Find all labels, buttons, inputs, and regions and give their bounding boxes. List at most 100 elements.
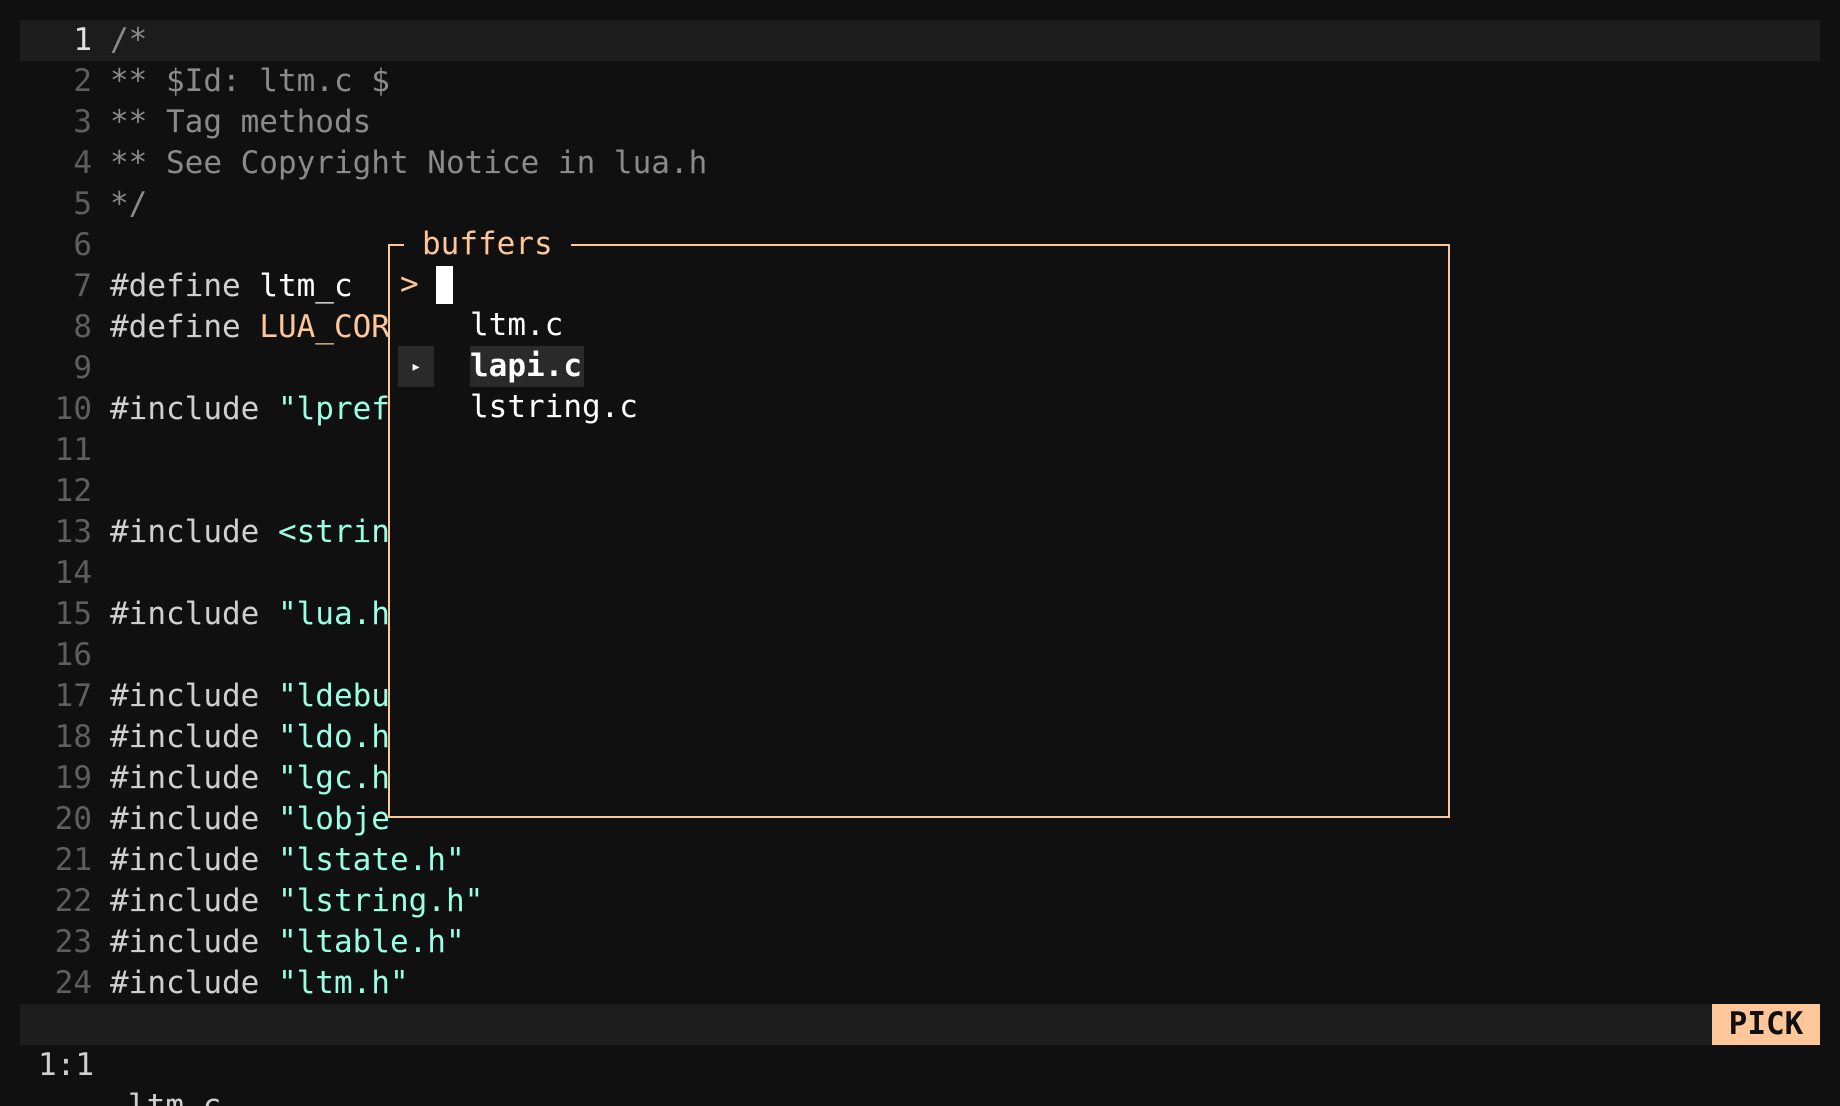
code-token: "lgc.h xyxy=(277,760,390,796)
picker-item[interactable]: ▸ lapi.c xyxy=(390,346,1448,387)
line-number: 22 xyxy=(54,883,92,919)
code-token: #include xyxy=(110,719,278,755)
line-code: ** Tag methods xyxy=(110,102,371,143)
line-code: #include "lua.h xyxy=(110,594,390,635)
line-number: 21 xyxy=(54,842,92,878)
code-token: #include xyxy=(110,801,278,837)
line-number: 24 xyxy=(54,965,92,1001)
cursor-position: 1:1 xyxy=(38,1047,94,1083)
line-number: 15 xyxy=(54,596,92,632)
picker-item-label: lstring.c xyxy=(470,389,638,425)
line-code: ** $Id: ltm.c $ xyxy=(110,61,390,102)
line-code: #include "lpref xyxy=(110,389,390,430)
code-line[interactable]: 21 #include "lstate.h" xyxy=(20,840,1820,881)
code-token: "ldo.h xyxy=(277,719,390,755)
mode-indicator: PICK xyxy=(1712,1004,1820,1045)
line-code: #include "lobje xyxy=(110,799,390,840)
picker-item-label: lapi.c xyxy=(470,346,584,387)
status-filename: ltm.c xyxy=(128,1088,222,1106)
code-token: #include xyxy=(110,678,278,714)
code-line[interactable]: 24 #include "ltm.h" xyxy=(20,963,1820,1004)
code-token: "ltm.h" xyxy=(277,965,409,1001)
code-token: ** Tag methods xyxy=(110,104,372,140)
code-line[interactable]: 3 ** Tag methods xyxy=(20,102,1820,143)
code-token: ltm_c xyxy=(259,268,353,304)
line-code: #include "lstring.h" xyxy=(110,881,483,922)
code-token: "lua.h xyxy=(277,596,390,632)
line-number: 8 xyxy=(73,309,92,345)
line-number: 18 xyxy=(54,719,92,755)
line-code: #include "lgc.h xyxy=(110,758,390,799)
picker-prompt[interactable]: > xyxy=(390,264,1448,305)
code-token: #include xyxy=(110,883,278,919)
selection-marker-icon: ▸ xyxy=(398,346,434,387)
line-number: 12 xyxy=(54,473,92,509)
status-bar: 1:1 ltm.c PICK xyxy=(20,1004,1820,1106)
line-number: 2 xyxy=(73,63,92,99)
line-code: #include "ltable.h" xyxy=(110,922,465,963)
code-token: #include xyxy=(110,842,278,878)
line-number: 14 xyxy=(54,555,92,591)
selection-marker-icon xyxy=(398,305,434,346)
line-code: /* xyxy=(110,20,147,61)
code-token: "ldebu xyxy=(277,678,390,714)
line-number: 20 xyxy=(54,801,92,837)
line-number: 3 xyxy=(73,104,92,140)
picker-item-list: ltm.c ▸ lapi.c lstring.c xyxy=(390,305,1448,428)
code-token: "lstring.h" xyxy=(277,883,484,919)
line-number: 1 xyxy=(73,22,92,58)
picker-item[interactable]: lstring.c xyxy=(390,387,1448,428)
code-token: #define xyxy=(110,268,260,304)
line-number: 4 xyxy=(73,145,92,181)
code-token: LUA_COR xyxy=(259,309,390,345)
line-number: 7 xyxy=(73,268,92,304)
code-token: ** $Id: ltm.c $ xyxy=(110,63,390,99)
code-line[interactable]: 5 */ xyxy=(20,184,1820,225)
code-line[interactable]: 4 ** See Copyright Notice in lua.h xyxy=(20,143,1820,184)
line-code: #define ltm_c xyxy=(110,266,353,307)
line-number: 13 xyxy=(54,514,92,550)
code-line[interactable]: 22 #include "lstring.h" xyxy=(20,881,1820,922)
line-code: #include "ldo.h xyxy=(110,717,390,758)
line-number: 6 xyxy=(73,227,92,263)
line-code: #define LUA_COR xyxy=(110,307,390,348)
code-line[interactable]: 2 ** $Id: ltm.c $ xyxy=(20,61,1820,102)
line-number: 16 xyxy=(54,637,92,673)
prompt-symbol: > xyxy=(400,266,419,302)
line-number: 23 xyxy=(54,924,92,960)
code-token: "lpref xyxy=(277,391,390,427)
line-code: #include "ltm.h" xyxy=(110,963,409,1004)
code-token: "lobje xyxy=(277,801,390,837)
line-number: 19 xyxy=(54,760,92,796)
code-token: ** See Copyright Notice in lua.h xyxy=(110,145,708,181)
code-token: <strin xyxy=(277,514,390,550)
code-token: "ltable.h" xyxy=(277,924,465,960)
code-token: "lstate.h" xyxy=(277,842,465,878)
code-token: #define xyxy=(110,309,260,345)
code-token: #include xyxy=(110,391,278,427)
line-number: 17 xyxy=(54,678,92,714)
picker-item[interactable]: ltm.c xyxy=(390,305,1448,346)
code-token: #include xyxy=(110,596,278,632)
buffer-picker: buffers > ltm.c ▸ lapi.c lstring.c xyxy=(388,224,1450,818)
line-number: 5 xyxy=(73,186,92,222)
picker-title: buffers xyxy=(404,224,571,265)
code-token: */ xyxy=(110,186,148,222)
line-code: #include "ldebu xyxy=(110,676,390,717)
line-code: #include <strin xyxy=(110,512,390,553)
text-cursor xyxy=(436,266,453,304)
code-token: #include xyxy=(110,965,278,1001)
selection-marker-icon xyxy=(398,387,434,428)
code-line[interactable]: 1 /* xyxy=(20,20,1820,61)
code-token: /* xyxy=(110,22,148,58)
line-number: 11 xyxy=(54,432,92,468)
code-token: #include xyxy=(110,924,278,960)
line-code: ** See Copyright Notice in lua.h xyxy=(110,143,707,184)
line-number: 9 xyxy=(73,350,92,386)
code-line[interactable]: 23 #include "ltable.h" xyxy=(20,922,1820,963)
line-code: */ xyxy=(110,184,147,225)
picker-item-label: ltm.c xyxy=(470,307,564,343)
code-token: #include xyxy=(110,760,278,796)
code-token: #include xyxy=(110,514,278,550)
line-code: #include "lstate.h" xyxy=(110,840,465,881)
